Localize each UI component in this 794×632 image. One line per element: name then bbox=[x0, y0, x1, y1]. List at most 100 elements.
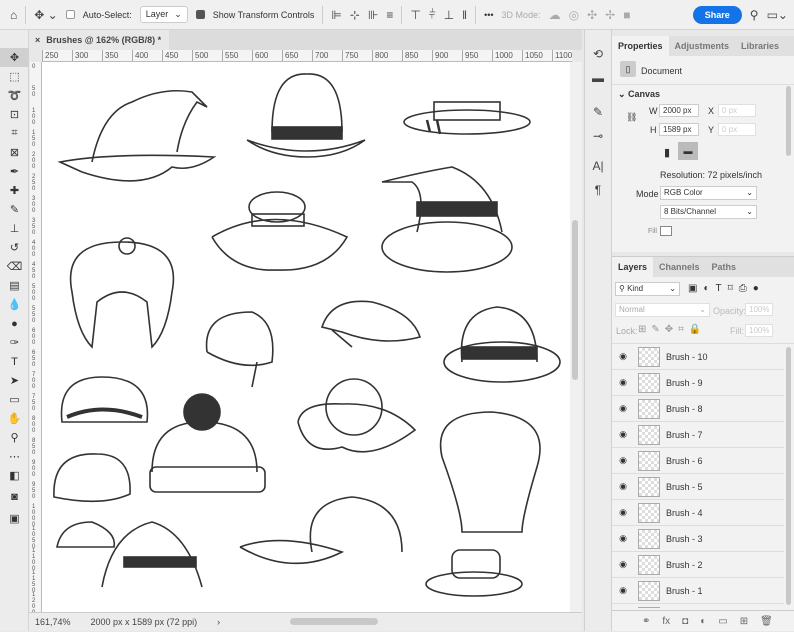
layer-row[interactable]: ◉ Brush - 9 bbox=[612, 370, 784, 396]
layer-row[interactable]: ◉ Brush - 7 bbox=[612, 422, 784, 448]
more-options-button[interactable]: ••• bbox=[484, 10, 493, 20]
brush-settings-icon[interactable]: ✎ bbox=[585, 100, 611, 124]
visibility-eye-icon[interactable]: ◉ bbox=[612, 455, 634, 466]
path-select-tool-icon[interactable]: ➤ bbox=[0, 371, 29, 390]
frame-tool-icon[interactable]: ⊠ bbox=[0, 143, 29, 162]
fill-swatch[interactable] bbox=[660, 226, 672, 236]
move-tool-icon[interactable]: ✥ ⌄ bbox=[34, 8, 57, 22]
align-top-icon[interactable]: ⊤ bbox=[410, 8, 420, 22]
align-left-icon[interactable]: ⊫ bbox=[331, 8, 341, 22]
search-icon[interactable]: ⚲ bbox=[750, 8, 759, 22]
history-icon[interactable]: ⟲ bbox=[585, 42, 611, 66]
paragraph-icon[interactable]: ¶ bbox=[585, 178, 611, 202]
adjustment-layer-icon[interactable]: ◐ bbox=[700, 616, 706, 627]
brush-tool-icon[interactable]: ✎ bbox=[0, 200, 29, 219]
object-select-tool-icon[interactable]: ⊡ bbox=[0, 105, 29, 124]
tab-properties[interactable]: Properties bbox=[612, 36, 669, 56]
hand-tool-icon[interactable]: ✋ bbox=[0, 409, 29, 428]
visibility-eye-icon[interactable]: ◉ bbox=[612, 533, 634, 544]
mode-select[interactable]: RGB Color ⌄ bbox=[660, 186, 757, 200]
lock-icons[interactable]: ⊞✎✥⌗🔒 bbox=[638, 324, 706, 335]
tab-paths[interactable]: Paths bbox=[706, 257, 743, 277]
mask-icon[interactable]: ◘ bbox=[682, 616, 688, 627]
tab-channels[interactable]: Channels bbox=[653, 257, 706, 277]
width-field[interactable]: 2000 px bbox=[659, 104, 699, 117]
home-icon[interactable]: ⌂ bbox=[10, 8, 17, 22]
share-button[interactable]: Share bbox=[692, 5, 742, 24]
canvas-section-header[interactable]: ⌄ Canvas bbox=[618, 89, 660, 100]
stamp-tool-icon[interactable]: ⊥ bbox=[0, 219, 29, 238]
rectangle-tool-icon[interactable]: ▭ bbox=[0, 390, 29, 409]
dodge-tool-icon[interactable]: ● bbox=[0, 314, 29, 333]
align-bottom-icon[interactable]: ⊥ bbox=[444, 8, 454, 22]
lasso-tool-icon[interactable]: ➰ bbox=[0, 86, 29, 105]
tab-adjustments[interactable]: Adjustments bbox=[669, 36, 736, 56]
distribute-horizontal-icon[interactable]: ‖ bbox=[462, 8, 467, 22]
layer-row[interactable]: ◉ Brush - 5 bbox=[612, 474, 784, 500]
move-tool-icon[interactable]: ✥ bbox=[0, 48, 29, 67]
3d-roll-icon[interactable]: ◎ bbox=[569, 8, 579, 22]
show-transform-checkbox[interactable] bbox=[195, 10, 205, 19]
distribute-icon[interactable]: ≡ bbox=[386, 8, 393, 22]
marquee-tool-icon[interactable]: ⬚ bbox=[0, 67, 29, 86]
horizontal-scroll-thumb[interactable] bbox=[290, 618, 378, 625]
layer-row[interactable]: ◉ Brush - 8 bbox=[612, 396, 784, 422]
link-layers-icon[interactable]: ⚭ bbox=[642, 616, 650, 627]
align-right-icon[interactable]: ⊪ bbox=[368, 8, 378, 22]
adjust-icon[interactable]: ⊸ bbox=[585, 124, 611, 148]
new-layer-icon[interactable]: ⊞ bbox=[740, 616, 748, 627]
vertical-scroll-thumb[interactable] bbox=[572, 220, 578, 380]
status-arrow[interactable]: › bbox=[217, 617, 220, 627]
visibility-eye-icon[interactable]: ◉ bbox=[612, 585, 634, 596]
filter-type-icons[interactable]: ▣◐T⌑⎙● bbox=[688, 283, 765, 294]
more-tools-icon[interactable]: ⋯ bbox=[0, 447, 29, 466]
properties-scrollbar[interactable] bbox=[786, 86, 791, 156]
document-tab[interactable]: × Brushes @ 162% (RGB/8) * bbox=[29, 30, 169, 50]
visibility-eye-icon[interactable]: ◉ bbox=[612, 377, 634, 388]
visibility-eye-icon[interactable]: ◉ bbox=[612, 429, 634, 440]
healing-tool-icon[interactable]: ✚ bbox=[0, 181, 29, 200]
crop-tool-icon[interactable]: ⌗ bbox=[0, 124, 29, 143]
zoom-level[interactable]: 161,74% bbox=[35, 617, 71, 627]
eraser-tool-icon[interactable]: ⌫ bbox=[0, 257, 29, 276]
align-middle-icon[interactable]: ⫩ bbox=[429, 7, 436, 22]
group-icon[interactable]: ▭ bbox=[718, 616, 727, 627]
3d-camera-icon[interactable]: ■ bbox=[623, 8, 630, 22]
visibility-eye-icon[interactable]: ◉ bbox=[612, 403, 634, 414]
layers-scrollbar[interactable] bbox=[786, 347, 791, 605]
zoom-tool-icon[interactable]: ⚲ bbox=[0, 428, 29, 447]
fx-icon[interactable]: fx bbox=[662, 616, 670, 627]
screen-mode-icon[interactable]: ▣ bbox=[0, 509, 29, 528]
3d-slide-icon[interactable]: ✢ bbox=[605, 8, 615, 22]
layer-select[interactable]: Layer ⌄ bbox=[139, 6, 188, 23]
delete-icon[interactable]: 🗑 bbox=[760, 616, 773, 627]
layer-filter-select[interactable]: ⚲ Kind ⌄ bbox=[615, 282, 680, 296]
eyedropper-tool-icon[interactable]: ✒ bbox=[0, 162, 29, 181]
gradient-tool-icon[interactable]: ▤ bbox=[0, 276, 29, 295]
color-swatches-icon[interactable]: ◧ bbox=[0, 466, 29, 485]
quick-mask-icon[interactable]: ◙ bbox=[0, 485, 29, 509]
pen-tool-icon[interactable]: ✑ bbox=[0, 333, 29, 352]
blur-tool-icon[interactable]: 💧 bbox=[0, 295, 29, 314]
workspace-icon[interactable]: ▭⌄ bbox=[767, 8, 788, 22]
visibility-eye-icon[interactable]: ◉ bbox=[612, 481, 634, 492]
layer-row-background[interactable] bbox=[612, 604, 784, 608]
close-tab-icon[interactable]: × bbox=[35, 35, 40, 45]
visibility-eye-icon[interactable]: ◉ bbox=[612, 559, 634, 570]
link-icon[interactable]: ⛓ bbox=[626, 112, 637, 123]
type-tool-icon[interactable]: T bbox=[0, 352, 29, 371]
bits-select[interactable]: 8 Bits/Channel ⌄ bbox=[660, 205, 757, 219]
comments-icon[interactable]: ▬ bbox=[585, 66, 611, 90]
layer-row[interactable]: ◉ Brush - 3 bbox=[612, 526, 784, 552]
layer-row[interactable]: ◉ Brush - 1 bbox=[612, 578, 784, 604]
landscape-orientation-icon[interactable]: ▬ bbox=[678, 142, 698, 160]
history-brush-tool-icon[interactable]: ↺ bbox=[0, 238, 29, 257]
height-field[interactable]: 1589 px bbox=[659, 123, 699, 136]
layer-row[interactable]: ◉ Brush - 2 bbox=[612, 552, 784, 578]
3d-orbit-icon[interactable]: ☁ bbox=[549, 8, 561, 22]
canvas[interactable] bbox=[42, 62, 570, 612]
align-center-icon[interactable]: ⊹ bbox=[350, 8, 360, 22]
auto-select-checkbox[interactable] bbox=[65, 10, 75, 19]
portrait-orientation-icon[interactable]: ▮ bbox=[664, 146, 670, 159]
character-icon[interactable]: A| bbox=[585, 154, 611, 178]
